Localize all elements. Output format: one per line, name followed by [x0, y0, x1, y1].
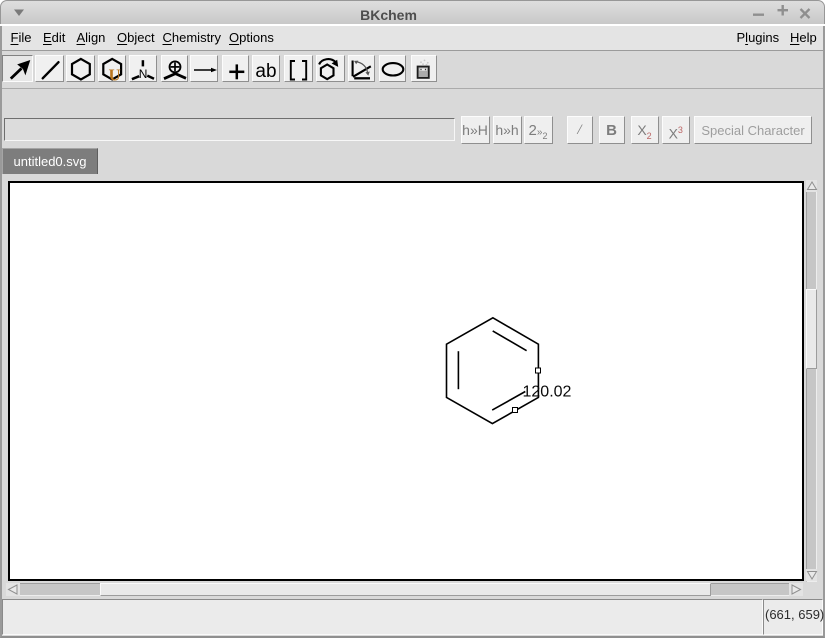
svg-text:120.02: 120.02: [523, 384, 572, 401]
